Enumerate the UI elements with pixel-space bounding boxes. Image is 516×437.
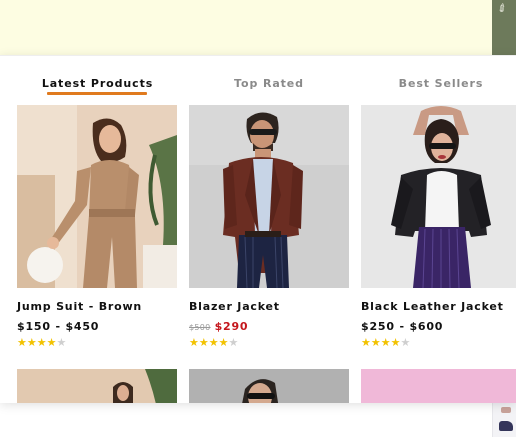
star-empty-icon: ★ xyxy=(228,336,239,349)
product-name[interactable]: Black Leather Jacket xyxy=(361,300,504,313)
star-filled-icon: ★ xyxy=(390,336,401,349)
side-banner-image: ✐ xyxy=(492,0,516,56)
hero-banner-background xyxy=(0,0,516,56)
product-image-row2-3[interactable] xyxy=(361,369,516,403)
jumpsuit-photo xyxy=(17,105,177,288)
tab-latest-products[interactable]: Latest Products xyxy=(28,77,167,90)
product-image-blazer[interactable] xyxy=(189,105,349,288)
product-photo xyxy=(189,369,349,403)
product-sale-price: $290 xyxy=(214,320,249,333)
star-filled-icon: ★ xyxy=(189,336,199,349)
star-filled-icon: ★ xyxy=(36,336,47,349)
star-empty-icon: ★ xyxy=(56,336,67,349)
product-name[interactable]: Blazer Jacket xyxy=(189,300,280,313)
product-rating: ★★★★★ xyxy=(17,336,66,349)
star-filled-icon: ★ xyxy=(46,336,57,349)
star-filled-icon: ★ xyxy=(17,336,27,349)
thumbnail-shape xyxy=(501,407,511,413)
shoe-thumbnail-icon xyxy=(499,421,513,431)
star-filled-icon: ★ xyxy=(208,336,219,349)
tab-best-sellers[interactable]: Best Sellers xyxy=(371,77,511,90)
tab-top-rated[interactable]: Top Rated xyxy=(199,77,339,90)
product-card[interactable]: Jump Suit - Brown $150 - $450 ★★★★★ xyxy=(17,105,177,349)
star-filled-icon: ★ xyxy=(361,336,371,349)
star-filled-icon: ★ xyxy=(370,336,381,349)
product-tabs: Latest Products Top Rated Best Sellers xyxy=(0,56,516,100)
star-filled-icon: ★ xyxy=(198,336,209,349)
product-image-jumpsuit[interactable] xyxy=(17,105,177,288)
product-rating: ★★★★★ xyxy=(189,336,238,349)
product-photo xyxy=(17,369,177,403)
product-tabs-panel: Latest Products Top Rated Best Sellers J… xyxy=(0,55,516,403)
product-card[interactable]: Blazer Jacket $500 $290 ★★★★★ xyxy=(189,105,349,349)
product-image-row2-1[interactable] xyxy=(17,369,177,403)
product-name[interactable]: Jump Suit - Brown xyxy=(17,300,142,313)
product-price: $500 $290 xyxy=(189,320,248,333)
product-photo xyxy=(361,369,516,403)
side-thumbnail-image xyxy=(492,403,516,437)
star-filled-icon: ★ xyxy=(26,336,37,349)
star-filled-icon: ★ xyxy=(380,336,391,349)
star-filled-icon: ★ xyxy=(218,336,229,349)
script-decoration-icon: ✐ xyxy=(495,0,511,17)
product-rating: ★★★★★ xyxy=(361,336,410,349)
product-price: $150 - $450 xyxy=(17,320,100,333)
product-image-leather-jacket[interactable] xyxy=(361,105,516,288)
product-price: $250 - $600 xyxy=(361,320,444,333)
active-tab-indicator xyxy=(47,92,147,95)
blazer-photo xyxy=(189,105,349,288)
product-card[interactable]: Black Leather Jacket $250 - $600 ★★★★★ xyxy=(361,105,516,349)
page-background xyxy=(0,403,516,437)
leather-jacket-photo xyxy=(361,105,516,288)
star-empty-icon: ★ xyxy=(400,336,411,349)
product-image-row2-2[interactable] xyxy=(189,369,349,403)
product-old-price: $500 xyxy=(189,323,211,332)
